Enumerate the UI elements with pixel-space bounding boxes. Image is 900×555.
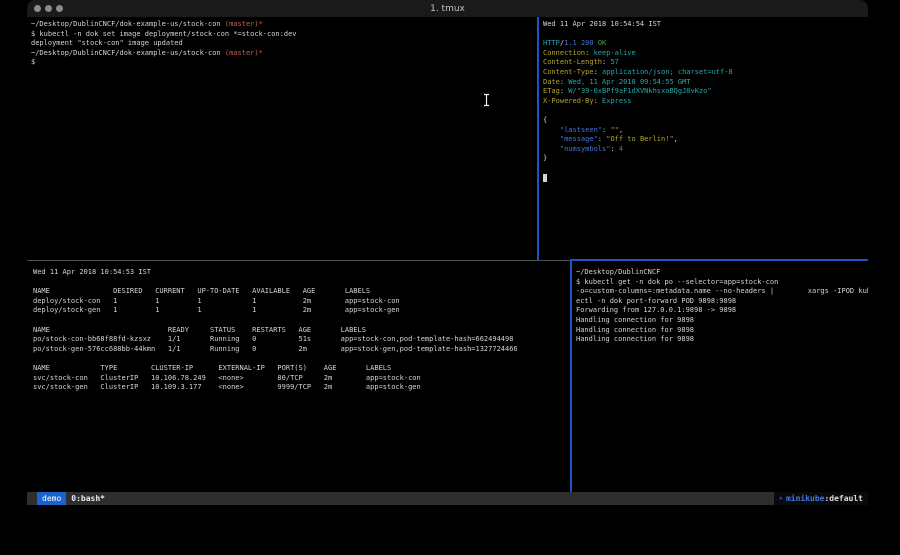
terminal-line: NAME READY STATUS RESTARTS AGE LABELS [33, 326, 570, 336]
terminal-line: "numsymbols": 4 [543, 145, 868, 155]
pane-kubectl-get-output[interactable]: Wed 11 Apr 2018 10:54:53 IST NAME DESIRED… [27, 261, 570, 492]
terminal-line: Handling connection for 9898 [576, 335, 868, 345]
terminal-line: svc/stock-gen ClusterIP 10.109.3.177 <no… [33, 383, 570, 393]
terminal-line: po/stock-gen-576cc688bb-44kmn 1/1 Runnin… [33, 345, 570, 355]
window-titlebar[interactable]: 1. tmux [27, 0, 868, 17]
pane-shell-top-left[interactable]: ~/Desktop/DublinCNCF/dok-example-us/stoc… [27, 17, 537, 260]
terminal-line: "message": "Off to Berlin!", [543, 135, 868, 145]
terminal-line: Forwarding from 127.0.0.1:9898 -> 9898 [576, 306, 868, 316]
window-title: 1. tmux [27, 4, 868, 14]
terminal-line: po/stock-con-bb68f88fd-kzsxz 1/1 Running… [33, 335, 570, 345]
terminal-line: NAME DESIRED CURRENT UP-TO-DATE AVAILABL… [33, 287, 570, 297]
terminal-line: Content-Length: 57 [543, 58, 868, 68]
terminal-line: deploy/stock-con 1 1 1 1 2m app=stock-co… [33, 297, 570, 307]
terminal-window: 1. tmux ~/Desktop/DublinCNCF/dok-example… [27, 0, 868, 505]
terminal-line [543, 30, 868, 40]
terminal-line: ~/Desktop/DublinCNCF/dok-example-us/stoc… [31, 20, 537, 30]
terminal-line: Handling connection for 9898 [576, 316, 868, 326]
terminal-line: -o=custom-columns=:metadata.name --no-he… [576, 287, 868, 297]
terminal-line: NAME TYPE CLUSTER-IP EXTERNAL-IP PORT(S)… [33, 364, 570, 374]
terminal-line [33, 354, 570, 364]
session-name-badge: demo [37, 492, 66, 505]
terminal-line: HTTP/1.1 200 OK [543, 39, 868, 49]
terminal-line [543, 106, 868, 116]
terminal-line: $ kubectl get -n dok po --selector=app=s… [576, 278, 868, 288]
terminal-line: } [543, 154, 868, 164]
terminal-line: $ kubectl -n dok set image deployment/st… [31, 30, 537, 40]
kube-context-namespace: :default [824, 492, 863, 505]
terminal-line: Connection: keep-alive [543, 49, 868, 59]
terminal-line: ectl -n dok port-forward POD 9898:9898 [576, 297, 868, 307]
terminal-line: $ [31, 58, 537, 68]
terminal-line: X-Powered-By: Express [543, 97, 868, 107]
pane-port-forward[interactable]: ~/Desktop/DublinCNCF$ kubectl get -n dok… [572, 261, 868, 492]
status-right: ✳ minikube :default [774, 492, 868, 505]
tmux-status-bar: demo 0:bash* ✳ minikube :default [27, 492, 868, 505]
terminal-line [33, 278, 570, 288]
terminal-line: ~/Desktop/DublinCNCF/dok-example-us/stoc… [31, 49, 537, 59]
terminal-line: Wed 11 Apr 2018 10:54:53 IST [33, 268, 570, 278]
tmux-terminal: ~/Desktop/DublinCNCF/dok-example-us/stoc… [27, 17, 868, 492]
terminal-line: { [543, 116, 868, 126]
kubernetes-wheel-icon: ✳ [779, 492, 783, 505]
terminal-line [543, 164, 868, 174]
pane-http-response[interactable]: Wed 11 Apr 2018 10:54:54 IST HTTP/1.1 200… [539, 17, 868, 260]
terminal-line: "lastseen": "", [543, 126, 868, 136]
mouse-ibeam-cursor [482, 92, 491, 111]
terminal-line: deploy/stock-gen 1 1 1 1 2m app=stock-ge… [33, 306, 570, 316]
terminal-line [543, 174, 868, 184]
terminal-line: ETag: W/"39-0xBPf9aF1dXVNkhsxoBQgJ8vKzo" [543, 87, 868, 97]
terminal-line: ~/Desktop/DublinCNCF [576, 268, 868, 278]
terminal-line: Wed 11 Apr 2018 10:54:54 IST [543, 20, 868, 30]
terminal-line [33, 316, 570, 326]
terminal-line: deployment "stock-con" image updated [31, 39, 537, 49]
terminal-line: Content-Type: application/json; charset=… [543, 68, 868, 78]
terminal-line: Date: Wed, 11 Apr 2018 09:54:55 GMT [543, 78, 868, 88]
terminal-line: Handling connection for 9898 [576, 326, 868, 336]
terminal-line: svc/stock-con ClusterIP 10.106.78.249 <n… [33, 374, 570, 384]
window-list-item-active[interactable]: 0:bash* [71, 492, 105, 505]
kube-context-name: minikube [786, 492, 825, 505]
desktop-background: 1. tmux ~/Desktop/DublinCNCF/dok-example… [0, 0, 900, 555]
